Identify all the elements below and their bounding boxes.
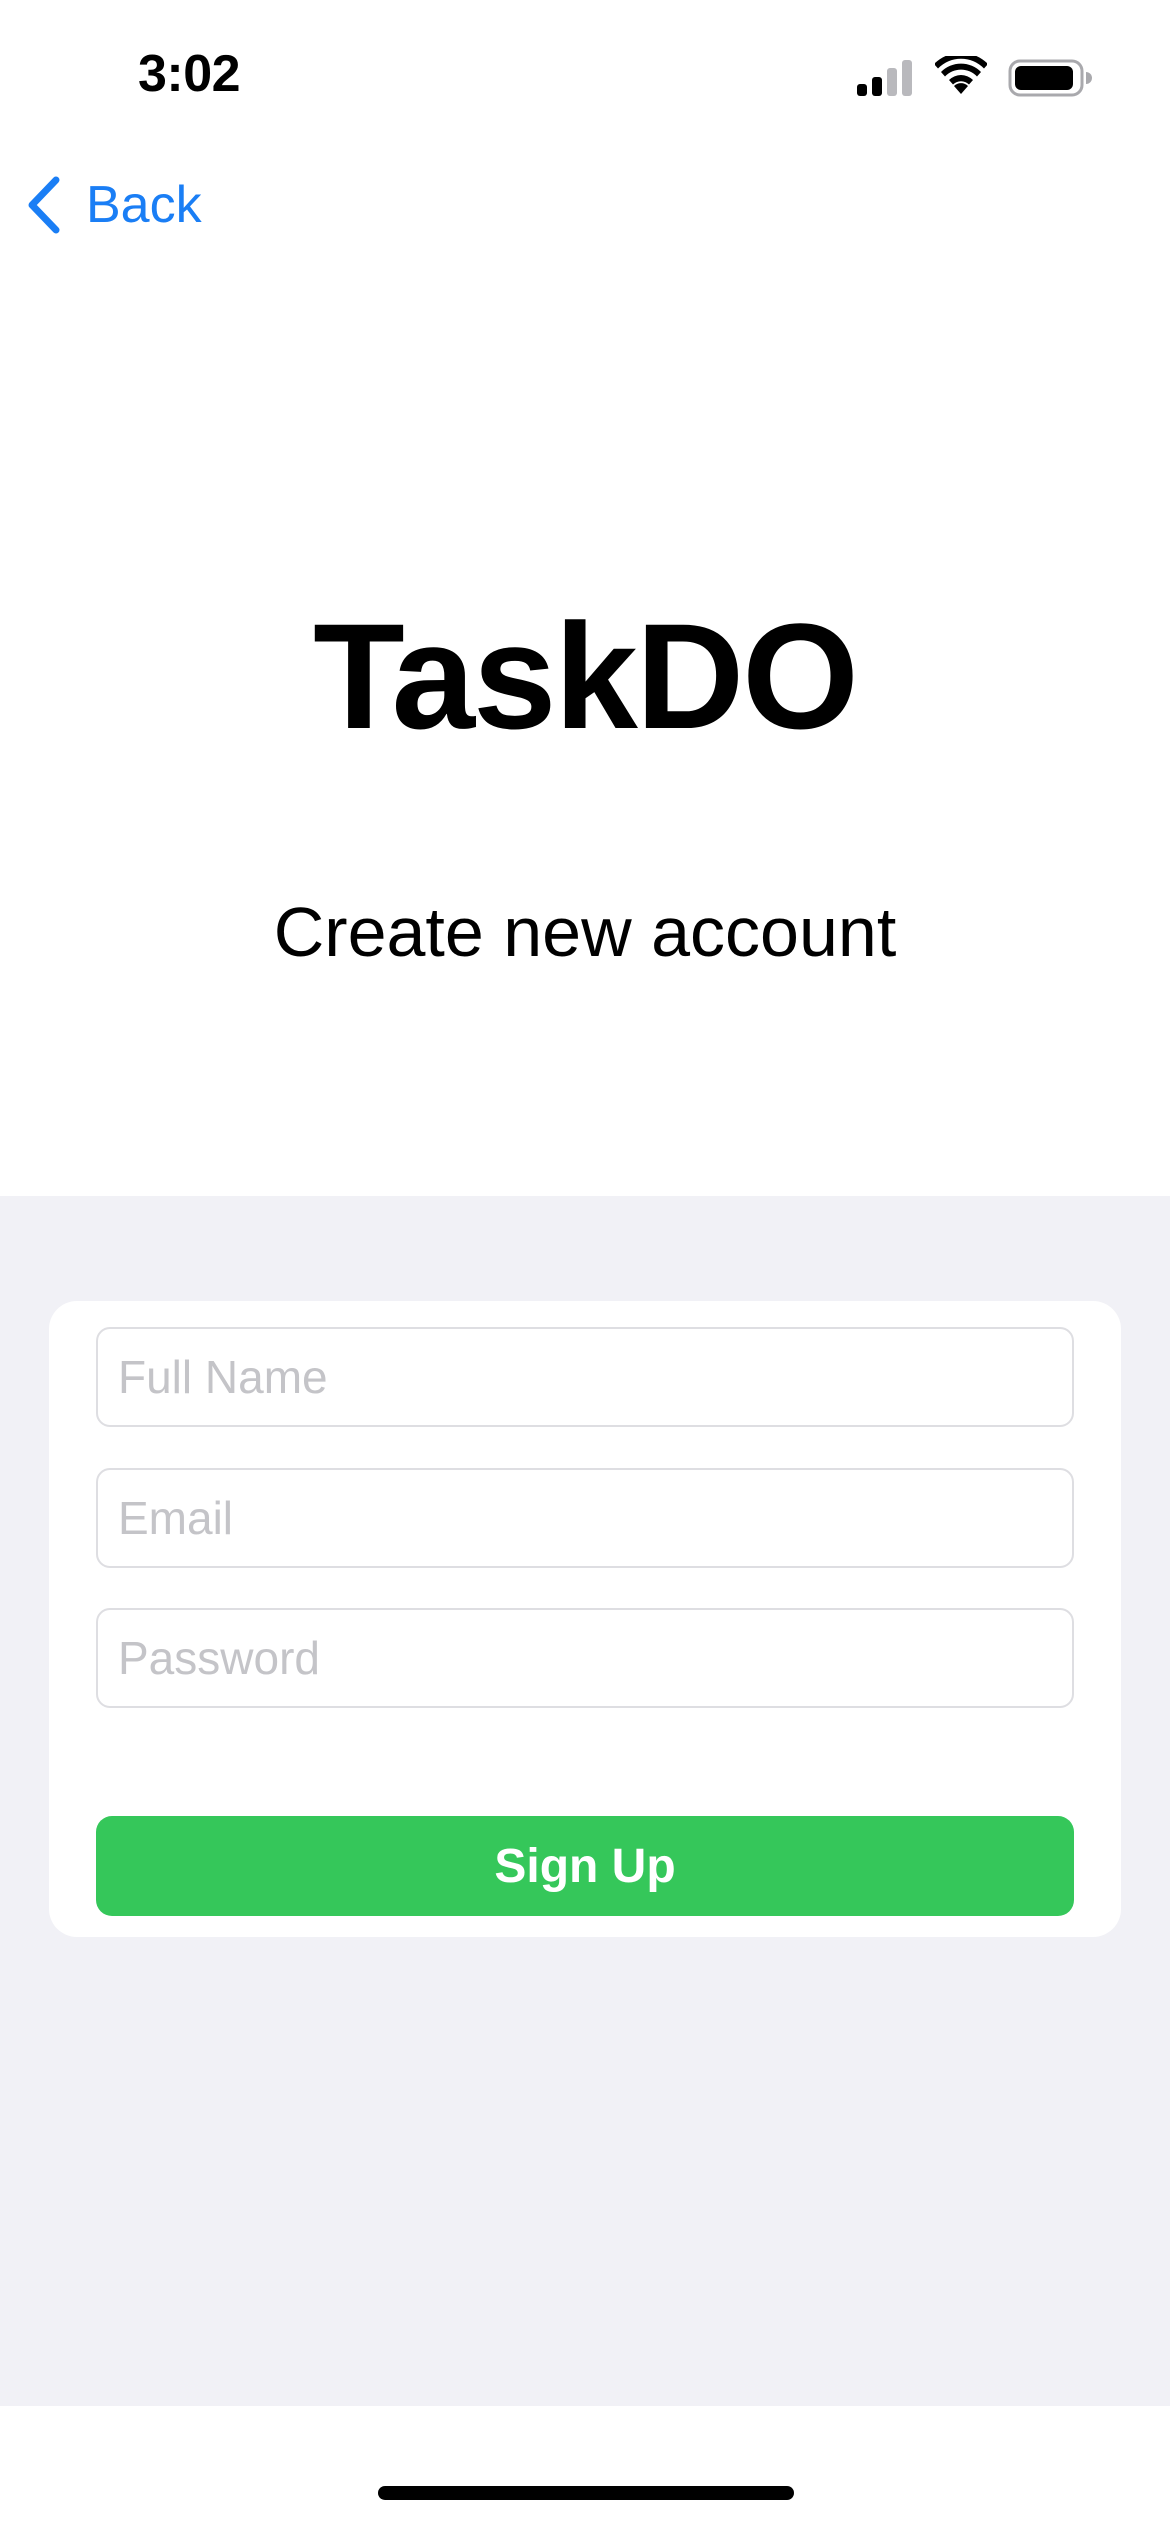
home-indicator[interactable]: [378, 2486, 794, 2500]
status-time: 3:02: [138, 45, 241, 103]
chevron-left-icon: [28, 176, 60, 234]
sign-up-button[interactable]: Sign Up: [96, 1816, 1074, 1916]
signup-form-card: Sign Up: [49, 1301, 1121, 1937]
app-title: TaskDO: [313, 592, 859, 760]
signup-screen: 3:02 Back TaskDO Create new account Full…: [0, 0, 1170, 2532]
battery-icon: [1008, 59, 1092, 97]
page-subtitle: Create new account: [273, 893, 897, 971]
form-section: Sign Up: [0, 1196, 1170, 2406]
email-input[interactable]: [96, 1468, 1074, 1568]
bottom-safe-area: [0, 2406, 1170, 2532]
back-button[interactable]: Back: [24, 170, 202, 240]
password-input[interactable]: [96, 1608, 1074, 1708]
status-bar: 3:02: [0, 0, 1170, 150]
full-name-input[interactable]: [96, 1327, 1074, 1427]
wifi-icon: [935, 56, 987, 94]
cellular-signal-icon: [857, 60, 912, 96]
back-label: Back: [86, 176, 202, 234]
